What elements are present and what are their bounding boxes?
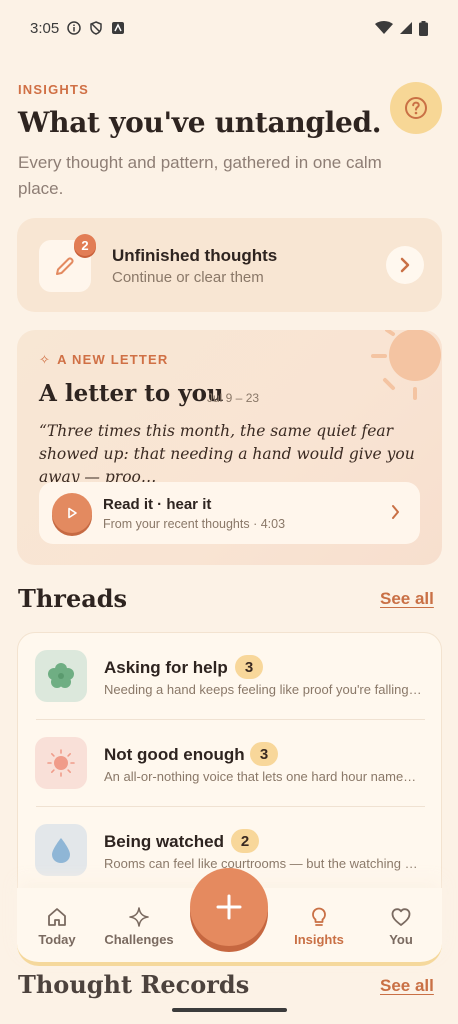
letter-quote: “Three times this month, the same quiet … <box>39 422 415 486</box>
page-title: What you've untangled. <box>18 106 382 139</box>
sparkle-icon <box>129 907 149 927</box>
nav-item-insights[interactable]: Insights <box>279 906 359 947</box>
thread-count-badge: 3 <box>250 742 278 766</box>
cell-signal-icon <box>400 22 412 34</box>
home-icon <box>48 908 66 926</box>
wifi-icon <box>375 21 393 34</box>
app-notification-icon <box>112 22 125 34</box>
nav-item-today[interactable]: Today <box>17 906 97 947</box>
sun-decoration-icon <box>371 330 441 400</box>
read-title: Read it · hear it <box>103 496 212 513</box>
letter-card[interactable]: ✧ A NEW LETTER A letter to you Jul 9 – 23… <box>17 330 442 565</box>
flower-icon <box>48 663 74 688</box>
thread-icon-tile <box>35 650 87 702</box>
page-subtitle: Every thought and pattern, gathered in o… <box>18 153 382 198</box>
thread-icon-tile <box>35 824 87 876</box>
unfinished-title: Unfinished thoughts <box>112 246 278 265</box>
threads-heading: Threads <box>18 584 128 613</box>
thread-name: Not good enough <box>104 745 245 764</box>
thread-count-badge: 2 <box>231 829 259 853</box>
thread-row-asking-for-help[interactable]: Asking for help 3 Needing a hand keeps f… <box>18 633 441 720</box>
thread-name: Being watched <box>104 832 224 851</box>
status-bar: 3:05 <box>0 0 458 56</box>
lightbulb-icon <box>312 907 326 926</box>
nav-item-you[interactable]: You <box>361 906 441 947</box>
nav-label: Today <box>38 932 76 947</box>
nav-label: You <box>389 932 413 947</box>
nav-label: Challenges <box>104 932 174 947</box>
letter-eyebrow: ✧ A NEW LETTER <box>39 352 169 368</box>
info-icon <box>67 21 81 35</box>
thread-description: Rooms can feel like courtrooms — but the… <box>104 856 418 871</box>
thread-description: Needing a hand keeps feeling like proof … <box>104 682 422 697</box>
unfinished-count-badge: 2 <box>74 234 96 256</box>
sparkle-small-icon: ✧ <box>39 352 52 367</box>
thread-icon-tile <box>35 737 87 789</box>
thought-records-heading: Thought Records <box>18 970 250 999</box>
thread-description: An all-or-nothing voice that lets one ha… <box>104 769 417 784</box>
add-thought-button[interactable] <box>190 868 268 946</box>
plus-icon <box>216 894 242 920</box>
unfinished-thoughts-card[interactable]: 2 Unfinished thoughts Continue or clear … <box>17 218 442 312</box>
unfinished-subtitle: Continue or clear them <box>112 269 264 286</box>
unfinished-open-button[interactable] <box>386 246 424 284</box>
letter-eyebrow-text: A NEW LETTER <box>57 352 169 367</box>
thread-row-not-good-enough[interactable]: Not good enough 3 An all-or-nothing voic… <box>18 720 441 807</box>
threads-see-all-link[interactable]: See all <box>380 589 434 609</box>
records-see-all-link[interactable]: See all <box>380 976 434 996</box>
thread-name: Asking for help <box>104 658 228 677</box>
question-icon <box>405 97 427 119</box>
thread-count-badge: 3 <box>235 655 263 679</box>
read-subtitle: From your recent thoughts · 4:03 <box>103 517 286 531</box>
drop-icon <box>52 838 70 863</box>
section-eyebrow: INSIGHTS <box>18 82 89 97</box>
chevron-right-icon <box>400 257 410 273</box>
heart-icon <box>391 908 411 926</box>
play-button[interactable] <box>52 493 92 533</box>
shield-icon <box>90 21 102 35</box>
letter-date-range: Jul 9 – 23 <box>207 391 260 405</box>
home-indicator[interactable] <box>172 1008 287 1012</box>
battery-icon <box>419 20 428 36</box>
nav-label: Insights <box>294 932 344 947</box>
letter-title: A letter to you <box>39 380 224 407</box>
nav-item-challenges[interactable]: Challenges <box>99 906 179 947</box>
help-button[interactable] <box>390 82 442 134</box>
chevron-right-icon <box>392 505 399 519</box>
read-letter-button[interactable]: Read it · hear it From your recent thoug… <box>39 482 420 544</box>
sun-icon <box>47 749 75 777</box>
pencil-icon <box>56 257 74 275</box>
play-icon <box>68 507 77 519</box>
status-time: 3:05 <box>30 19 60 37</box>
